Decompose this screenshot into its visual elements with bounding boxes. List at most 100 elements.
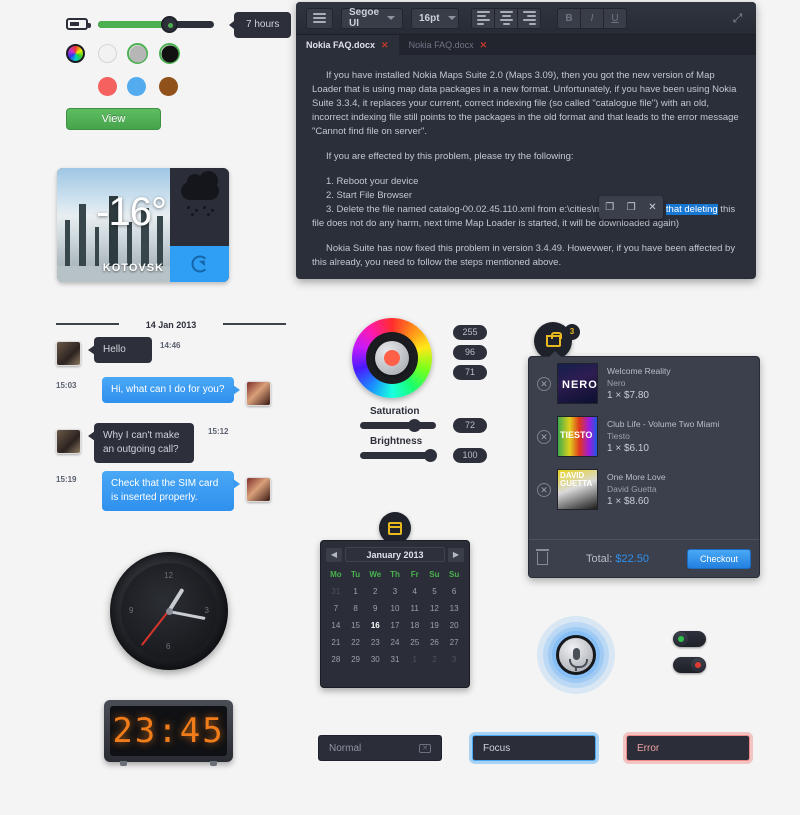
cart-item[interactable]: ✕ DAVID GUETTA One More Love David Guetta… xyxy=(529,463,759,516)
calendar-day[interactable]: 3 xyxy=(385,583,405,600)
remove-icon[interactable]: ✕ xyxy=(537,376,551,391)
cart-item[interactable]: ✕ TIESTO Club Life - Volume Two Miami Ti… xyxy=(529,410,759,463)
microphone-widget[interactable] xyxy=(537,616,615,694)
resize-icon[interactable]: ⤢ xyxy=(728,9,747,28)
close-icon[interactable]: ✕ xyxy=(381,40,389,51)
calendar-day[interactable]: 15 xyxy=(346,617,366,634)
hamburger-menu-icon[interactable] xyxy=(306,7,333,29)
swatch-gray[interactable] xyxy=(127,43,148,64)
align-right-button[interactable] xyxy=(517,7,541,29)
swatch-red[interactable] xyxy=(98,77,117,96)
trash-icon[interactable] xyxy=(536,549,549,565)
calendar-day[interactable]: 23 xyxy=(365,634,385,651)
duration-slider-track[interactable] xyxy=(98,16,214,33)
calendar-day[interactable]: 5 xyxy=(425,583,445,600)
editor-tab-bar[interactable]: Nokia FAQ.docx ✕ Nokia FAQ.docx ✕ xyxy=(296,35,756,55)
duration-slider-group[interactable]: 7 hours xyxy=(66,12,292,38)
calendar-day[interactable]: 3 xyxy=(444,651,464,668)
calendar-grid[interactable]: Mo Tu We Th Fr Su Su 31 1 2 3 4 5 6 7 8 9 10 11 12 13 14 15 16 1… xyxy=(326,566,464,668)
calendar-day[interactable]: 20 xyxy=(444,617,464,634)
saturation-slider[interactable] xyxy=(360,419,436,432)
color-value-r[interactable]: 255 xyxy=(453,325,487,340)
calendar-day[interactable]: 28 xyxy=(326,651,346,668)
close-icon[interactable]: ✕ xyxy=(480,40,488,51)
input-normal[interactable]: Normal ✕ xyxy=(318,735,442,761)
remove-icon[interactable]: ✕ xyxy=(537,429,551,444)
calendar-day[interactable]: 8 xyxy=(346,600,366,617)
calendar-day[interactable]: 25 xyxy=(405,634,425,651)
swatch-black[interactable] xyxy=(159,43,180,64)
color-swatch-group[interactable] xyxy=(66,43,246,102)
refresh-icon[interactable] xyxy=(170,246,229,282)
color-value-g[interactable]: 96 xyxy=(453,345,487,360)
cart-item[interactable]: ✕ NERO Welcome Reality Nero 1 × $7.80 xyxy=(529,357,759,410)
input-error[interactable]: Error xyxy=(626,735,750,761)
avatar[interactable] xyxy=(246,477,271,502)
calendar-day[interactable]: 9 xyxy=(365,600,385,617)
calendar-day[interactable]: 13 xyxy=(444,600,464,617)
toggle-off[interactable] xyxy=(673,657,706,673)
copy-icon[interactable]: ❐ xyxy=(605,201,614,215)
font-family-select[interactable]: Segoe UI xyxy=(341,7,403,29)
view-button[interactable]: View xyxy=(66,108,161,130)
calendar-day[interactable]: 2 xyxy=(425,651,445,668)
brightness-slider-knob[interactable] xyxy=(424,449,437,462)
shopping-cart-widget[interactable]: 3 ✕ NERO Welcome Reality Nero 1 × $7.80 … xyxy=(528,322,760,582)
cut-icon[interactable]: ✕ xyxy=(648,201,656,215)
calendar-day[interactable]: 6 xyxy=(444,583,464,600)
calendar-day[interactable]: 18 xyxy=(405,617,425,634)
calendar-day-selected[interactable]: 16 xyxy=(365,617,385,634)
calendar-day[interactable]: 31 xyxy=(385,651,405,668)
swatch-brown[interactable] xyxy=(159,77,178,96)
avatar[interactable] xyxy=(246,381,271,406)
underline-button[interactable]: U xyxy=(603,7,627,29)
calendar-next-button[interactable]: ▶ xyxy=(448,547,464,562)
toggle-on[interactable] xyxy=(673,631,706,647)
remove-icon[interactable]: ✕ xyxy=(537,482,551,497)
calendar-day[interactable]: 17 xyxy=(385,617,405,634)
calendar-day[interactable]: 26 xyxy=(425,634,445,651)
calendar-day[interactable]: 7 xyxy=(326,600,346,617)
align-center-button[interactable] xyxy=(494,7,518,29)
input-focus[interactable]: Focus xyxy=(472,735,596,761)
swatch-white[interactable] xyxy=(98,44,117,63)
editor-tab-1[interactable]: Nokia FAQ.docx ✕ xyxy=(399,35,498,55)
color-wheel-knob[interactable] xyxy=(375,341,409,375)
calendar-day[interactable]: 2 xyxy=(365,583,385,600)
calendar-day[interactable]: 10 xyxy=(385,600,405,617)
font-size-select[interactable]: 16pt xyxy=(411,7,459,29)
paste-icon[interactable]: ❒ xyxy=(627,201,636,215)
calendar-title[interactable]: January 2013 xyxy=(345,547,445,562)
calendar-day[interactable]: 29 xyxy=(346,651,366,668)
swatch-rainbow[interactable] xyxy=(66,44,85,63)
weather-widget[interactable]: -16° KOTOVSK xyxy=(57,168,229,282)
calendar-day[interactable]: 14 xyxy=(326,617,346,634)
selected-text[interactable]: that deleting xyxy=(665,204,718,215)
avatar[interactable] xyxy=(56,341,81,366)
calendar-day[interactable]: 19 xyxy=(425,617,445,634)
calendar-day[interactable]: 24 xyxy=(385,634,405,651)
calendar-day[interactable]: 4 xyxy=(405,583,425,600)
editor-document-body[interactable]: If you have installed Nokia Maps Suite 2… xyxy=(296,55,756,279)
calendar-widget[interactable]: ◀ January 2013 ▶ Mo Tu We Th Fr Su Su 31 1 2 3 4 5 6 7… xyxy=(320,512,470,692)
calendar-day[interactable]: 12 xyxy=(425,600,445,617)
calendar-day[interactable]: 31 xyxy=(326,583,346,600)
swatch-blue[interactable] xyxy=(127,77,146,96)
avatar[interactable] xyxy=(56,429,81,454)
bold-button[interactable]: B xyxy=(557,7,581,29)
calendar-day[interactable]: 27 xyxy=(444,634,464,651)
color-picker[interactable]: 255 96 71 Saturation 72 Brightness 100 xyxy=(352,318,502,463)
calendar-day[interactable]: 1 xyxy=(405,651,425,668)
color-value-b[interactable]: 71 xyxy=(453,365,487,380)
calendar-day[interactable]: 11 xyxy=(405,600,425,617)
editor-toolbar[interactable]: Segoe UI 16pt B I U ⤢ xyxy=(296,2,756,35)
brightness-slider[interactable] xyxy=(360,449,437,462)
duration-slider-knob[interactable] xyxy=(160,16,178,33)
microphone-icon[interactable] xyxy=(556,635,596,675)
align-left-button[interactable] xyxy=(471,7,495,29)
calendar-prev-button[interactable]: ◀ xyxy=(326,547,342,562)
italic-button[interactable]: I xyxy=(580,7,604,29)
saturation-slider-knob[interactable] xyxy=(408,419,421,432)
editor-tab-0[interactable]: Nokia FAQ.docx ✕ xyxy=(296,35,399,55)
calendar-day[interactable]: 21 xyxy=(326,634,346,651)
